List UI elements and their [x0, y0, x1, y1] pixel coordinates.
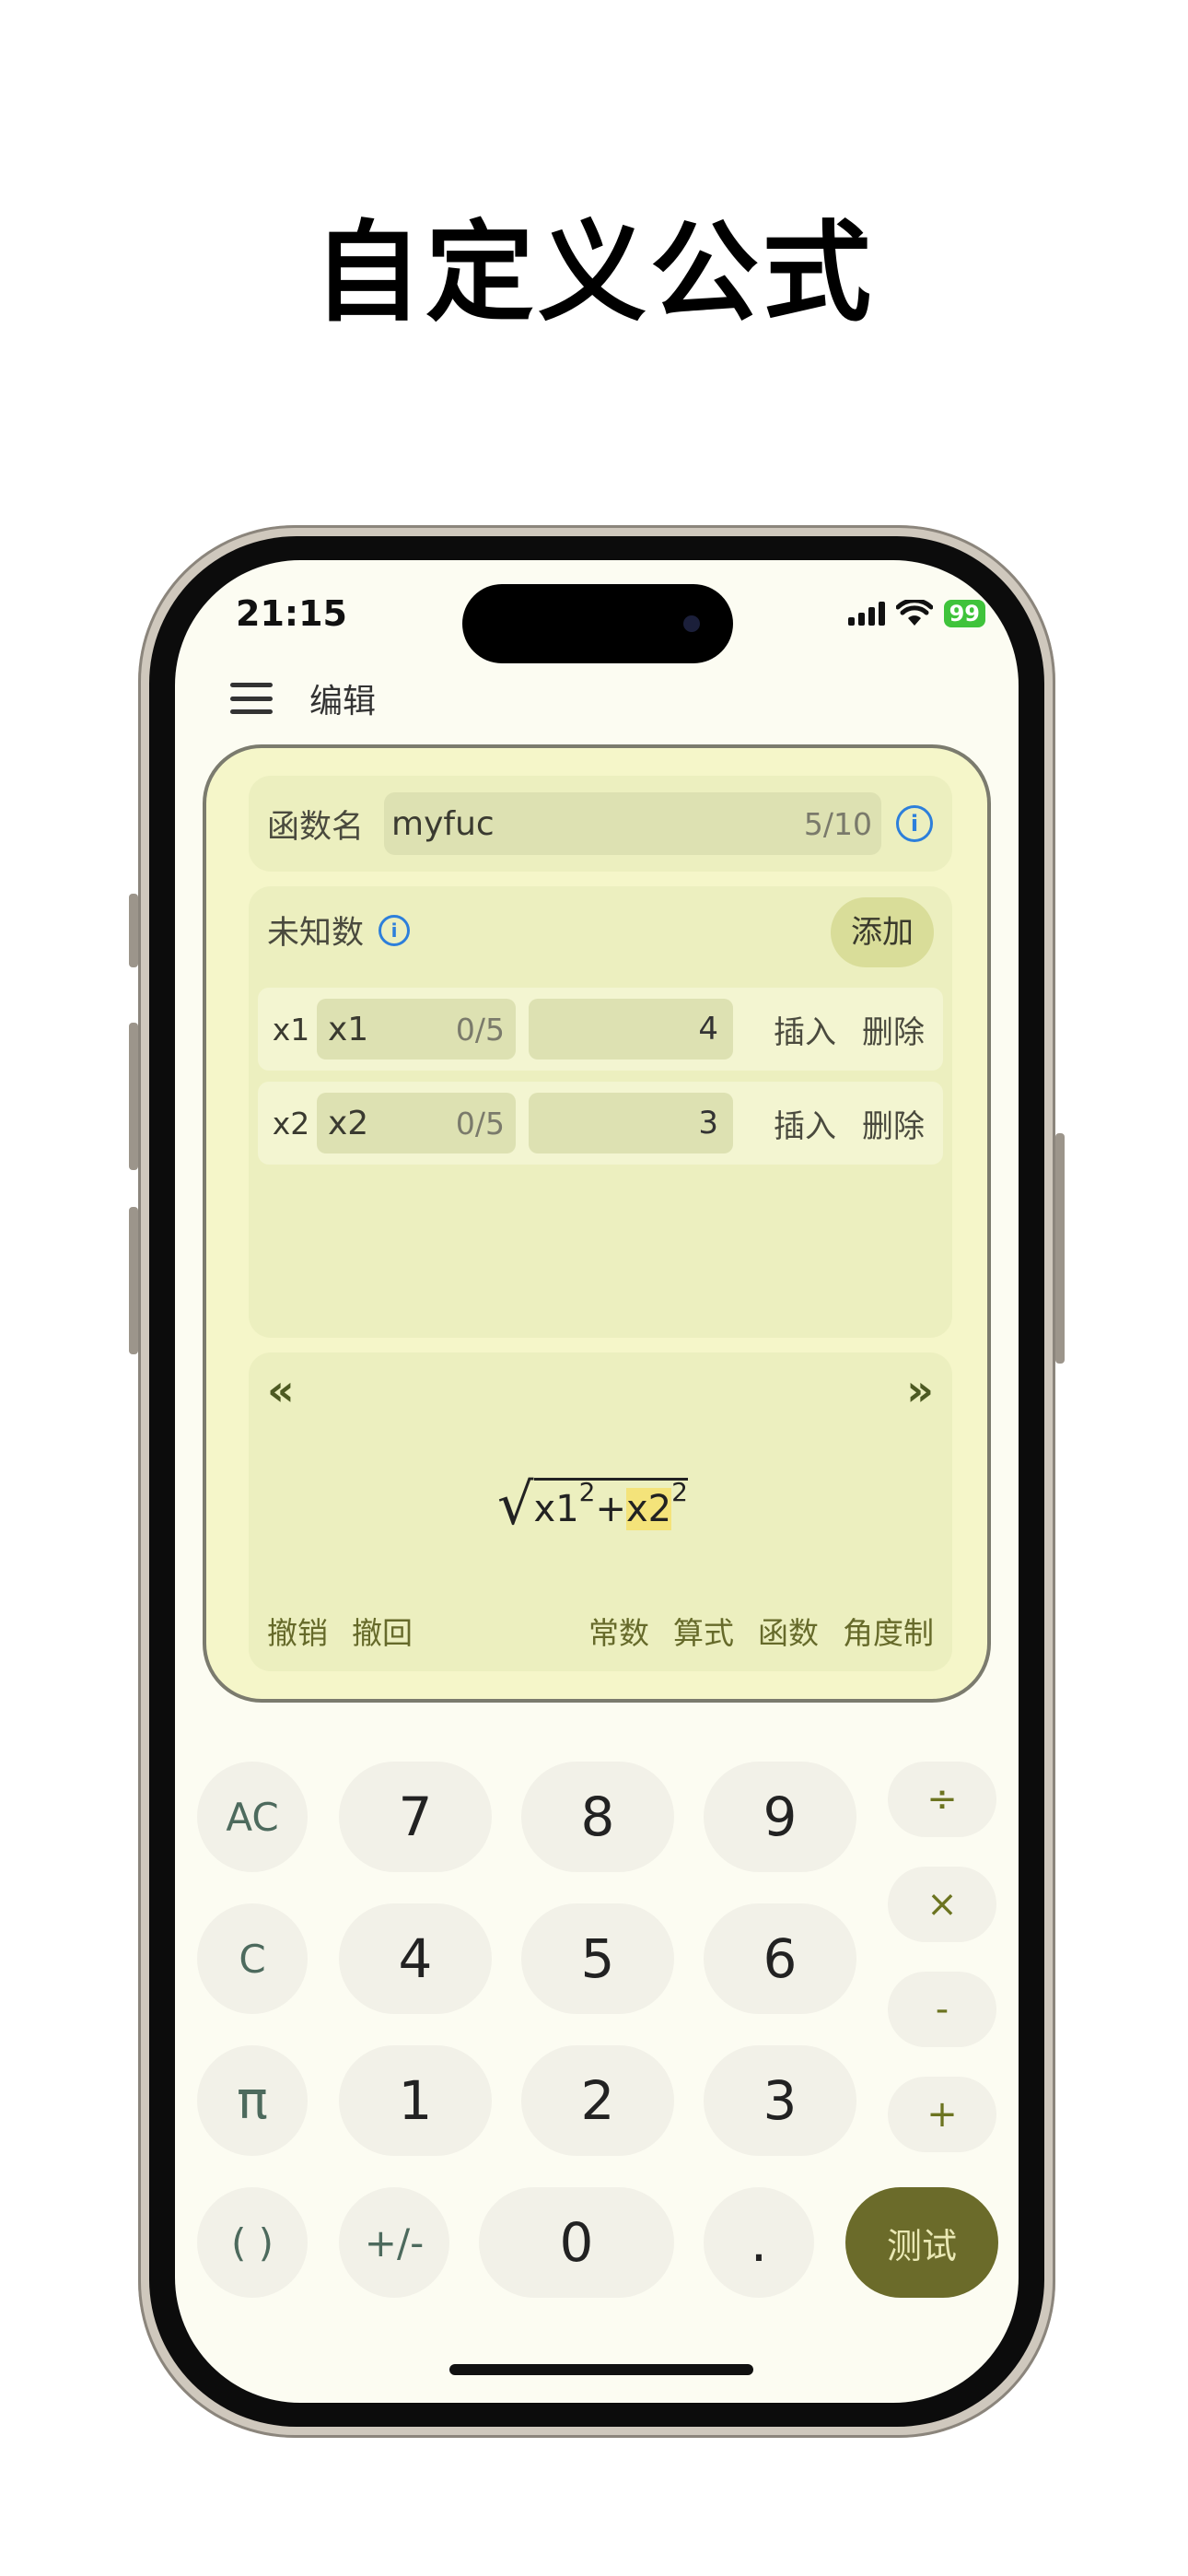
- insert-button[interactable]: 插入: [774, 1101, 836, 1146]
- digit-6-key[interactable]: 6: [704, 1903, 856, 2014]
- angle-mode-button[interactable]: 角度制: [843, 1609, 934, 1653]
- editor-card: 函数名 myfuc 5/10 i 未知数 i 添加 x1 x1 0/5 4 插入: [203, 744, 991, 1703]
- variable-name-input[interactable]: x2 0/5: [317, 1093, 516, 1153]
- digit-5-key[interactable]: 5: [521, 1903, 674, 2014]
- clear-all-key[interactable]: AC: [197, 1762, 308, 1872]
- app-bar: 编辑: [230, 671, 376, 726]
- formula-term-selected: x2: [625, 1488, 672, 1530]
- formula-exponent: 2: [671, 1477, 688, 1507]
- variables-panel: 未知数 i 添加 x1 x1 0/5 4 插入 删除 x2 x2 0/5 3 插…: [249, 886, 952, 1338]
- function-name-label: 函数名: [267, 808, 365, 846]
- variable-name-value: x1: [328, 1010, 369, 1048]
- undo-button[interactable]: 撤销: [267, 1609, 328, 1653]
- variable-name-value: x2: [328, 1104, 369, 1142]
- delete-button[interactable]: 删除: [862, 1007, 925, 1052]
- delete-button[interactable]: 删除: [862, 1101, 925, 1146]
- multiply-key[interactable]: ×: [888, 1867, 996, 1942]
- function-name-value: myfuc: [391, 804, 495, 843]
- status-time: 21:15: [236, 593, 347, 634]
- hero-title: 自定义公式: [312, 209, 875, 336]
- variables-header: 未知数 i: [267, 907, 411, 954]
- redo-button[interactable]: 撤回: [352, 1609, 413, 1653]
- variable-name-counter: 0/5: [455, 1011, 505, 1048]
- divide-key[interactable]: ÷: [888, 1762, 996, 1837]
- pi-key[interactable]: π: [197, 2045, 308, 2156]
- cursor-right-button[interactable]: »: [906, 1365, 934, 1415]
- status-icons: 99: [847, 595, 985, 632]
- variable-index: x1: [272, 1011, 310, 1048]
- home-indicator[interactable]: [449, 2364, 753, 2375]
- formula-term: x1: [533, 1488, 579, 1530]
- action-button: [129, 894, 138, 967]
- formula-operator: +: [595, 1488, 626, 1530]
- formula-toolbar: 撤销 撤回 常数 算式 函数 角度制: [267, 1609, 934, 1653]
- battery-icon: 99: [943, 600, 985, 627]
- camera-icon: [683, 615, 700, 632]
- variable-value-input[interactable]: 3: [529, 1093, 733, 1153]
- expressions-button[interactable]: 算式: [673, 1609, 734, 1653]
- function-name-input[interactable]: myfuc 5/10: [384, 792, 882, 855]
- functions-button[interactable]: 函数: [758, 1609, 819, 1653]
- dynamic-island: [462, 584, 733, 663]
- variable-name-input[interactable]: x1 0/5: [317, 999, 516, 1060]
- variable-row: x1 x1 0/5 4 插入 删除: [258, 988, 943, 1071]
- constants-button[interactable]: 常数: [588, 1609, 649, 1653]
- digit-1-key[interactable]: 1: [339, 2045, 492, 2156]
- sqrt-radicand: x1 2 + x2 2: [533, 1477, 688, 1530]
- clear-key[interactable]: C: [197, 1903, 308, 2014]
- decimal-point-key[interactable]: .: [704, 2187, 814, 2298]
- info-icon[interactable]: i: [896, 805, 934, 842]
- add-variable-button[interactable]: 添加: [831, 897, 934, 967]
- variable-index: x2: [272, 1105, 310, 1142]
- wifi-icon: [895, 600, 933, 626]
- formula-exponent: 2: [578, 1477, 596, 1507]
- insert-button[interactable]: 插入: [774, 1007, 836, 1052]
- info-icon[interactable]: i: [379, 914, 411, 946]
- digit-7-key[interactable]: 7: [339, 1762, 492, 1872]
- add-key[interactable]: +: [888, 2077, 996, 2152]
- volume-up-button: [129, 1023, 138, 1170]
- digit-9-key[interactable]: 9: [704, 1762, 856, 1872]
- digit-8-key[interactable]: 8: [521, 1762, 674, 1872]
- page-title: 编辑: [309, 683, 377, 720]
- power-button: [1055, 1133, 1065, 1364]
- sqrt-symbol: √: [497, 1470, 534, 1538]
- variables-label: 未知数: [267, 915, 365, 952]
- parentheses-key[interactable]: ( ): [197, 2187, 308, 2298]
- signal-icon: [847, 602, 885, 626]
- variable-value-input[interactable]: 4: [529, 999, 733, 1060]
- digit-0-key[interactable]: 0: [479, 2187, 674, 2298]
- variable-row: x2 x2 0/5 3 插入 删除: [258, 1082, 943, 1165]
- digit-2-key[interactable]: 2: [521, 2045, 674, 2156]
- sign-toggle-key[interactable]: +/-: [339, 2187, 449, 2298]
- function-name-row: 函数名 myfuc 5/10 i: [249, 776, 952, 872]
- formula-display[interactable]: √ x1 2 + x2 2: [497, 1470, 688, 1544]
- app-screen: 21:15 99 编辑 函数名 myfuc 5/10 i 未知数 i 添加 x1…: [175, 560, 1019, 2403]
- volume-down-button: [129, 1207, 138, 1354]
- digit-3-key[interactable]: 3: [704, 2045, 856, 2156]
- test-button[interactable]: 测试: [845, 2187, 998, 2298]
- cursor-left-button[interactable]: «: [267, 1365, 295, 1415]
- variable-name-counter: 0/5: [455, 1105, 505, 1142]
- digit-4-key[interactable]: 4: [339, 1903, 492, 2014]
- menu-icon[interactable]: [230, 683, 273, 714]
- function-name-counter: 5/10: [803, 805, 873, 842]
- subtract-key[interactable]: -: [888, 1972, 996, 2047]
- formula-panel: « » √ x1 2 + x2 2 撤销 撤回 常数 算式 函数 角度制: [249, 1352, 952, 1671]
